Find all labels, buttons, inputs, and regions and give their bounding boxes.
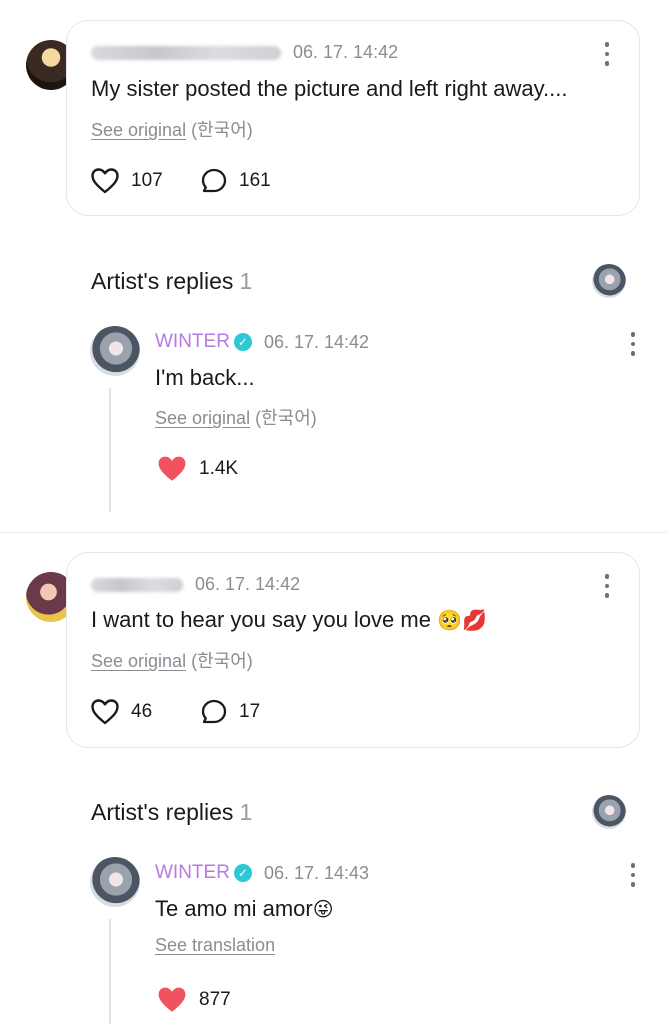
thread-line xyxy=(109,919,111,1024)
artist-avatar-small[interactable] xyxy=(592,795,626,829)
reply-meta: WINTER ✓ 06. 17. 14:43 xyxy=(155,862,369,884)
more-options-icon[interactable] xyxy=(604,42,610,66)
verified-badge-icon: ✓ xyxy=(233,333,252,351)
see-original-row: See original (한국어) xyxy=(91,116,253,142)
artist-replies-count: 1 xyxy=(239,799,253,825)
reply-like-count: 877 xyxy=(199,989,231,1010)
see-translation-link[interactable]: See translation xyxy=(155,935,275,955)
comment-button[interactable]: 17 xyxy=(201,699,260,725)
like-count: 107 xyxy=(131,170,163,191)
verified-badge-icon: ✓ xyxy=(233,864,252,882)
reply-timestamp: 06. 17. 14:42 xyxy=(263,331,370,352)
post-text-row: I want to hear you say you love me 🥺💋 xyxy=(91,607,487,633)
artist-name[interactable]: WINTER xyxy=(155,331,230,353)
blurred-username[interactable] xyxy=(91,45,281,60)
heart-filled-icon xyxy=(158,987,186,1012)
more-options-icon[interactable] xyxy=(604,574,610,598)
language-label: (한국어) xyxy=(255,408,317,428)
artist-name[interactable]: WINTER xyxy=(155,862,230,884)
artist-avatar[interactable] xyxy=(90,857,140,907)
thread-line xyxy=(109,388,111,512)
artist-avatar[interactable] xyxy=(90,326,140,376)
reply-text-row: Te amo mi amor😜 xyxy=(155,896,334,922)
more-options-icon[interactable] xyxy=(630,863,636,887)
post-text: I want to hear you say you love me xyxy=(91,607,431,632)
comment-button[interactable]: 161 xyxy=(201,168,271,194)
heart-outline-icon xyxy=(91,699,119,725)
like-button[interactable]: 107 xyxy=(91,168,163,194)
comment-bubble-icon xyxy=(201,168,227,193)
language-label: (한국어) xyxy=(191,120,253,140)
reply-like-count: 1.4K xyxy=(199,458,239,479)
pleading-kiss-emoji: 🥺💋 xyxy=(437,608,487,632)
post-timestamp: 06. 17. 14:42 xyxy=(195,574,301,594)
language-label: (한국어) xyxy=(191,651,253,671)
reply-like-button[interactable]: 877 xyxy=(157,986,231,1014)
reply-text: I'm back... xyxy=(155,365,255,390)
post-timestamp: 06. 17. 14:42 xyxy=(293,42,399,62)
see-original-link[interactable]: See original xyxy=(91,651,186,671)
comment-count: 17 xyxy=(239,701,261,722)
more-options-icon[interactable] xyxy=(630,332,636,356)
reply-text: Te amo mi amor xyxy=(155,896,313,921)
see-original-link[interactable]: See original xyxy=(91,120,186,140)
reply-like-button[interactable]: 1.4K xyxy=(157,455,238,483)
winking-tongue-emoji: 😜 xyxy=(312,897,334,921)
reply-meta: WINTER ✓ 06. 17. 14:42 xyxy=(155,331,369,353)
see-translation-row: See translation xyxy=(155,935,275,956)
post-text: My sister posted the picture and left ri… xyxy=(91,76,568,101)
like-count: 46 xyxy=(131,701,153,722)
heart-filled-icon xyxy=(158,456,186,481)
see-original-link[interactable]: See original xyxy=(155,408,250,428)
see-original-row: See original (한국어) xyxy=(91,647,253,673)
artist-replies-heading: Artist's replies 1 xyxy=(91,268,253,294)
post-meta: 06. 17. 14:42 xyxy=(91,574,300,595)
reply-timestamp: 06. 17. 14:43 xyxy=(263,862,370,883)
like-button[interactable]: 46 xyxy=(91,699,152,725)
heart-outline-icon xyxy=(91,168,119,194)
post-meta: 06. 17. 14:42 xyxy=(91,42,398,63)
artist-replies-count: 1 xyxy=(239,268,253,294)
comment-count: 161 xyxy=(239,170,271,191)
artist-replies-heading: Artist's replies 1 xyxy=(91,799,253,825)
blurred-username[interactable] xyxy=(91,577,183,592)
comment-bubble-icon xyxy=(201,699,227,724)
artist-avatar-small[interactable] xyxy=(592,264,626,298)
section-divider xyxy=(0,532,667,533)
see-original-row: See original (한국어) xyxy=(155,404,317,430)
